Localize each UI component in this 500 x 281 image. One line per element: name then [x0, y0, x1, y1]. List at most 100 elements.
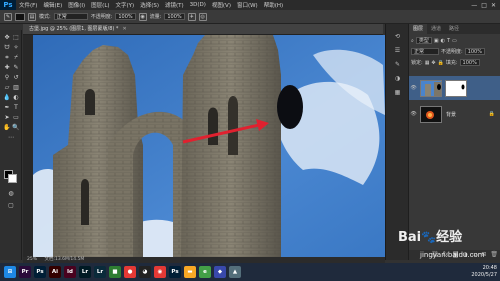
flow-field[interactable]: 100%	[164, 13, 185, 20]
visibility-eye-icon[interactable]: 👁	[409, 111, 418, 117]
menu-select[interactable]: 选择(S)	[137, 1, 162, 9]
an-icon[interactable]: ■	[109, 266, 121, 278]
layer-mask-thumbnail[interactable]	[445, 79, 467, 97]
toolbox: ✥ ⬚ ᗢ ✧ ⌗ ⌿ ✚ ✎ ⚲ ↺ ▱ ▥ 💧 ◐ ✒ T ➤ ▭ ✋ 🔍 …	[0, 30, 22, 260]
media-icon[interactable]: ●	[124, 266, 136, 278]
lock-position-icon[interactable]: ✥	[431, 60, 435, 66]
menu-filter[interactable]: 滤镜(T)	[162, 1, 187, 9]
layers-panel-tabs: 图层 通道 路径	[409, 24, 500, 34]
lock-pixels-icon[interactable]: ▦	[425, 60, 430, 66]
layer-row[interactable]: 👁	[409, 76, 500, 100]
brush-tool-icon[interactable]: ✎	[4, 12, 12, 21]
brush-settings-icon[interactable]: ✎	[393, 60, 402, 69]
gradient-icon[interactable]: ▥	[12, 84, 20, 92]
close-document-icon[interactable]: ✕	[122, 26, 126, 32]
browser-icon[interactable]: e	[199, 266, 211, 278]
search-icon: ⌕	[411, 37, 414, 44]
eraser-icon[interactable]: ▱	[3, 84, 11, 92]
filter-type-icon[interactable]: T	[447, 38, 450, 44]
tab-layers[interactable]: 图层	[409, 24, 428, 34]
eyedropper-icon[interactable]: ⌿	[12, 54, 20, 62]
tab-channels[interactable]: 通道	[427, 24, 445, 34]
quick-mask-icon[interactable]: ◍	[7, 190, 15, 198]
fill-field[interactable]: 100%	[459, 59, 480, 66]
qq-icon[interactable]: ◕	[139, 266, 151, 278]
menu-help[interactable]: 帮助(H)	[261, 1, 286, 9]
id-icon[interactable]: Id	[64, 266, 76, 278]
blur-tool-icon[interactable]: 💧	[3, 94, 11, 102]
dodge-tool-icon[interactable]: ◐	[12, 94, 20, 102]
lr2-icon[interactable]: Lr	[94, 266, 106, 278]
hand-tool-icon[interactable]: ✋	[3, 124, 11, 132]
shape-tool-icon[interactable]: ▭	[12, 114, 20, 122]
lock-all-icon[interactable]: 🔒	[438, 60, 444, 66]
pressure-size-icon[interactable]: ◎	[198, 12, 207, 21]
pressure-opacity-icon[interactable]: ◉	[138, 12, 147, 21]
menu-type[interactable]: 文字(Y)	[113, 1, 138, 9]
pen-tool-icon[interactable]: ✒	[3, 104, 11, 112]
menu-3d[interactable]: 3D(D)	[187, 2, 209, 8]
move-tool-icon[interactable]: ✥	[3, 34, 11, 42]
marquee-tool-icon[interactable]: ⬚	[12, 34, 20, 42]
zoom-level[interactable]: 25%	[27, 257, 37, 262]
tab-paths[interactable]: 路径	[445, 24, 463, 34]
magic-wand-icon[interactable]: ✧	[12, 44, 20, 52]
app-icon[interactable]: ◆	[214, 266, 226, 278]
zoom-tool-icon[interactable]: 🔍	[12, 124, 20, 132]
blend-mode-select[interactable]: 正常	[411, 48, 439, 55]
system-tray[interactable]: 20:48 2020/5/27	[471, 265, 497, 279]
brush-panel-icon[interactable]: ▤	[28, 12, 36, 21]
history-panel-icon[interactable]: ⟲	[393, 32, 402, 41]
layer-filter-select[interactable]: 类型	[415, 37, 432, 44]
more-tools-icon[interactable]: ⋯	[7, 134, 15, 142]
clock-date: 2020/5/27	[471, 272, 497, 278]
opacity-field[interactable]: 100%	[115, 13, 136, 20]
properties-panel-icon[interactable]: ☰	[393, 46, 402, 55]
menu-layer[interactable]: 图层(L)	[88, 1, 112, 9]
screen-mode-icon[interactable]: ▢	[7, 202, 15, 210]
canvas-image	[33, 35, 385, 260]
menu-view[interactable]: 视图(V)	[209, 1, 234, 9]
close-window-button[interactable]: ✕	[491, 2, 496, 9]
crop-tool-icon[interactable]: ⌗	[3, 54, 11, 62]
layer-opacity-label: 不透明度:	[441, 49, 463, 55]
filter-adjust-icon[interactable]: ◐	[441, 38, 445, 44]
filter-shape-icon[interactable]: ▭	[452, 38, 457, 44]
ai-icon[interactable]: Ai	[49, 266, 61, 278]
lasso-tool-icon[interactable]: ᗢ	[3, 44, 11, 52]
adjustments-panel-icon[interactable]: ◑	[393, 74, 402, 83]
pr-icon[interactable]: Pr	[19, 266, 31, 278]
visibility-eye-icon[interactable]: 👁	[409, 85, 418, 91]
maximize-button[interactable]: □	[481, 2, 487, 9]
swatches-panel-icon[interactable]: ▦	[393, 88, 402, 97]
chrome-icon[interactable]: ◉	[154, 266, 166, 278]
layer-row[interactable]: 👁 背景 🔒	[409, 102, 500, 126]
menu-edit[interactable]: 编辑(E)	[40, 1, 65, 9]
mode-select[interactable]: 正常	[53, 13, 88, 20]
start-icon[interactable]: ⊞	[4, 266, 16, 278]
brush-tool-icon-2[interactable]: ✎	[12, 64, 20, 72]
ps-icon[interactable]: Ps	[34, 266, 46, 278]
document-info[interactable]: 文档:13.6M/14.5M	[44, 257, 84, 262]
healing-brush-icon[interactable]: ✚	[3, 64, 11, 72]
menu-window[interactable]: 窗口(W)	[234, 1, 261, 9]
layer-opacity-field[interactable]: 100%	[464, 48, 485, 55]
canvas-area[interactable]	[23, 35, 385, 260]
ps2-icon[interactable]: Ps	[169, 266, 181, 278]
menu-file[interactable]: 文件(F)	[16, 1, 40, 9]
airbrush-icon[interactable]: ✈	[187, 12, 196, 21]
minimize-button[interactable]: —	[471, 2, 477, 9]
lr-icon[interactable]: Lr	[79, 266, 91, 278]
document-tab[interactable]: 古堡.jpg @ 25% (图层1, 图层蒙版/8) * ✕	[23, 24, 383, 35]
background-color-swatch[interactable]	[8, 174, 17, 183]
menu-image[interactable]: 图像(I)	[65, 1, 88, 9]
folder-icon[interactable]: ▬	[184, 266, 196, 278]
history-brush-icon[interactable]: ↺	[12, 74, 20, 82]
clone-stamp-icon[interactable]: ⚲	[3, 74, 11, 82]
trash-icon[interactable]: 🗑	[490, 250, 498, 260]
filter-pixel-icon[interactable]: ▣	[434, 38, 439, 44]
brush-preset-picker[interactable]	[15, 12, 25, 21]
type-tool-icon[interactable]: T	[12, 104, 20, 112]
path-select-icon[interactable]: ➤	[3, 114, 11, 122]
app2-icon[interactable]: ▲	[229, 266, 241, 278]
